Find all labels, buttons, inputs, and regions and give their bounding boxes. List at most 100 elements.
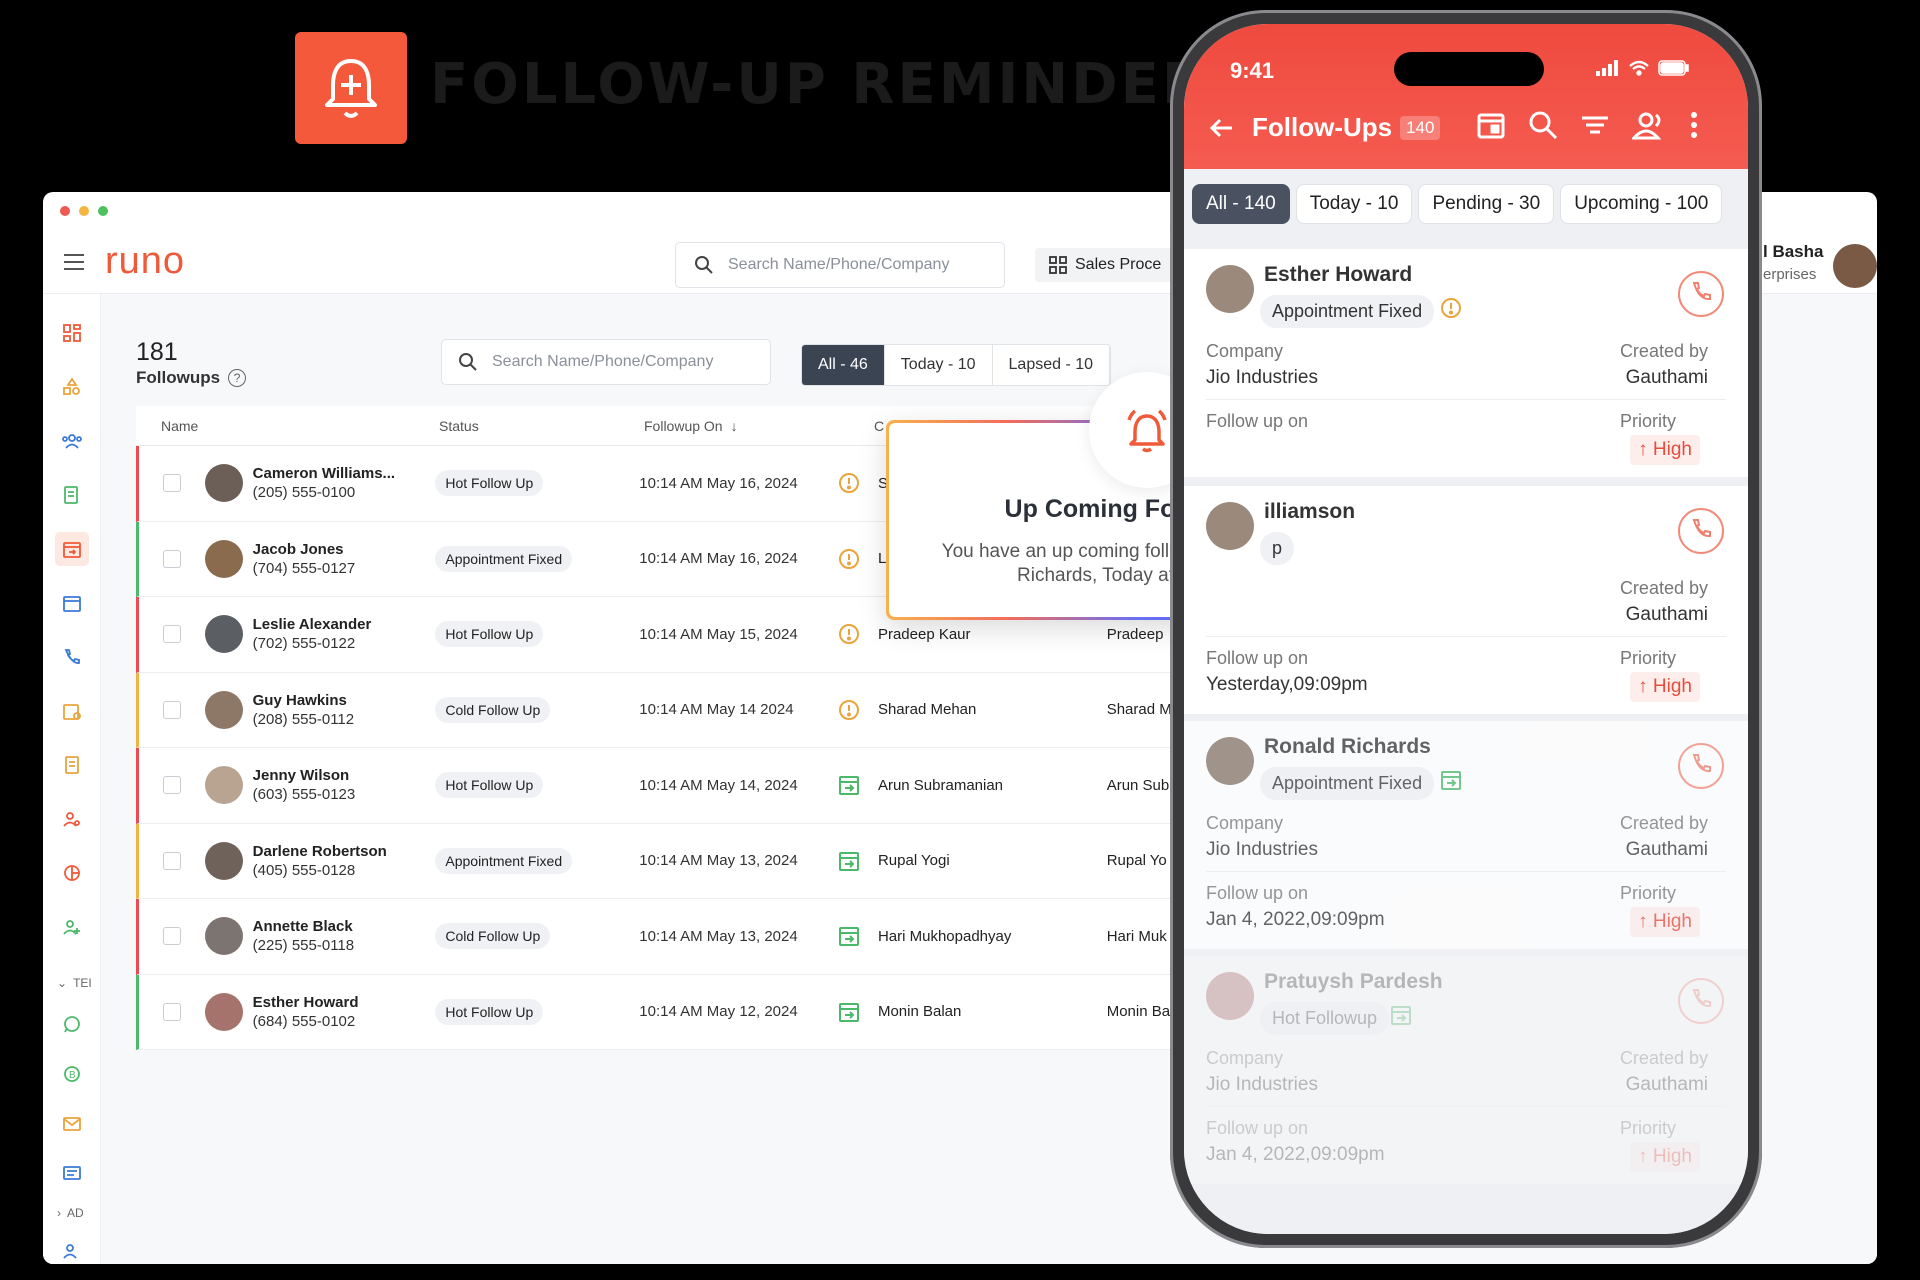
row-checkbox[interactable] (162, 851, 181, 870)
close-dot[interactable] (60, 206, 70, 216)
phone-icon (1689, 752, 1713, 781)
contact-phone: (208) 555-0112 (252, 710, 355, 728)
add-user-icon[interactable] (55, 910, 89, 944)
row-checkbox[interactable] (162, 776, 181, 795)
phone-filter-tabs: All - 140 Today - 10 Pending - 30 Upcomi… (1192, 184, 1723, 224)
row-checkbox[interactable] (162, 474, 181, 493)
call-button[interactable] (1678, 743, 1724, 789)
status-time: 9:41 (1230, 58, 1275, 83)
followup-date: 10:14 AM May 15, 2024 (639, 625, 798, 643)
phone-tab-today[interactable]: Today - 10 (1295, 184, 1413, 224)
team-icon[interactable] (55, 424, 89, 458)
card-divider (1206, 636, 1726, 637)
message-icon[interactable] (55, 1157, 89, 1191)
phone-tab-all[interactable]: All - 140 (1192, 184, 1290, 224)
alert-icon (838, 623, 878, 645)
section-team[interactable]: ⌄ TEI (57, 976, 92, 990)
status-badge: Cold Follow Up (435, 923, 551, 950)
menu-icon[interactable] (64, 254, 84, 270)
created-by-label: Created by (1619, 813, 1708, 833)
window-controls (60, 206, 108, 216)
tab-lapsed[interactable]: Lapsed - 10 (993, 345, 1111, 385)
table-row[interactable]: Esther Howard (684) 555-0102 Hot Follow Up… (136, 974, 1236, 1050)
contact-name[interactable]: Leslie Alexander (253, 616, 372, 633)
back-arrow-icon[interactable] (1208, 114, 1236, 142)
row-checkbox[interactable] (162, 1002, 181, 1021)
status-badge: Cold Follow Up (435, 696, 551, 723)
card-divider (1206, 1106, 1726, 1107)
tab-all[interactable]: All - 46 (802, 345, 885, 385)
contact-name[interactable]: Jenny Wilson (253, 767, 356, 784)
created-by-label: Created by (1619, 1048, 1708, 1068)
notes-icon[interactable] (55, 748, 89, 782)
status-badge: Hot Follow Up (435, 621, 544, 648)
calendar-arrow-icon (1390, 1004, 1412, 1031)
alert-icon (838, 699, 878, 721)
sales-process-button[interactable]: Sales Proce (1035, 248, 1185, 282)
contact-phone: (704) 555-0127 (252, 559, 356, 577)
dynamic-island (1394, 52, 1544, 86)
column-followup[interactable]: Followup On ↓ (644, 418, 874, 434)
column-c[interactable]: C (874, 418, 884, 434)
dashboard-icon[interactable] (55, 316, 89, 350)
row-checkbox[interactable] (162, 625, 181, 644)
row-checkbox[interactable] (162, 927, 181, 946)
admin-users-icon[interactable] (55, 1234, 89, 1264)
call-button[interactable] (1678, 978, 1724, 1024)
contact-name[interactable]: Cameron Williams... (253, 465, 395, 482)
follow-up-value: Yesterday,09:09pm (1206, 674, 1368, 695)
calendar-icon[interactable] (1476, 110, 1506, 140)
row-checkbox[interactable] (162, 549, 181, 568)
followup-card[interactable]: Pratuysh Pardesh Hot Followup Company Jio I… (1184, 956, 1748, 1184)
followup-card[interactable]: Ronald Richards Appointment Fixed Company J… (1184, 721, 1748, 949)
followups-label: Followups ? (136, 368, 247, 388)
table-row[interactable]: Darlene Robertson (405) 555-0128 Appointme… (136, 823, 1236, 899)
followup-icon[interactable] (55, 532, 89, 566)
column-status[interactable]: Status (439, 418, 644, 434)
followup-search-input[interactable]: Search Name/Phone/Company (441, 339, 771, 385)
contact-name[interactable]: Annette Black (253, 918, 354, 935)
shapes-icon[interactable] (55, 370, 89, 404)
whatsapp-icon[interactable] (55, 1007, 89, 1041)
call-log-icon[interactable] (55, 640, 89, 674)
avatar (1206, 972, 1254, 1020)
minimize-dot[interactable] (79, 206, 89, 216)
section-admin[interactable]: › AD (57, 1206, 84, 1220)
phone-tab-upcoming[interactable]: Upcoming - 100 (1560, 184, 1723, 224)
more-vertical-icon[interactable] (1688, 110, 1700, 140)
report-icon[interactable] (55, 478, 89, 512)
call-button[interactable] (1678, 271, 1724, 317)
business-icon[interactable]: B (55, 1057, 89, 1091)
contact-name[interactable]: Guy Hawkins (253, 692, 354, 709)
user-settings-icon[interactable] (55, 802, 89, 836)
pie-chart-icon[interactable] (55, 856, 89, 890)
alert-icon (838, 472, 878, 494)
followup-date: 10:14 AM May 16, 2024 (639, 550, 798, 568)
table-row[interactable]: Jenny Wilson (603) 555-0123 Hot Follow Up 1… (136, 748, 1236, 824)
call-button[interactable] (1678, 508, 1724, 554)
phone-tab-pending[interactable]: Pending - 30 (1418, 184, 1555, 224)
users-icon[interactable] (1632, 110, 1666, 140)
mail-icon[interactable] (55, 1107, 89, 1141)
search-icon[interactable] (1528, 110, 1558, 140)
contact-name[interactable]: Esther Howard (253, 994, 359, 1011)
maximize-dot[interactable] (98, 206, 108, 216)
followup-card[interactable]: illiamson p Created by Gauthami Follow up on… (1184, 486, 1748, 714)
contact-phone: (225) 555-0118 (252, 937, 355, 955)
help-icon[interactable]: ? (228, 369, 247, 387)
contact-name[interactable]: Darlene Robertson (253, 843, 387, 860)
filter-icon[interactable] (1580, 110, 1610, 140)
tab-today[interactable]: Today - 10 (885, 345, 993, 385)
avatar[interactable] (1833, 244, 1877, 288)
phone-actions (1476, 110, 1700, 140)
row-checkbox[interactable] (162, 700, 181, 719)
status-icons (1596, 60, 1690, 76)
table-row[interactable]: Guy Hawkins (208) 555-0112 Cold Follow Up 1… (136, 672, 1236, 748)
table-row[interactable]: Annette Black (225) 555-0118 Cold Follow U… (136, 899, 1236, 975)
followup-card[interactable]: Esther Howard Appointment Fixed Company Jio… (1184, 249, 1748, 477)
global-search-input[interactable]: Search Name/Phone/Company (675, 242, 1005, 288)
column-name[interactable]: Name (161, 418, 439, 434)
calendar-icon[interactable] (55, 586, 89, 620)
schedule-icon[interactable] (55, 694, 89, 728)
contact-name[interactable]: Jacob Jones (253, 541, 356, 558)
